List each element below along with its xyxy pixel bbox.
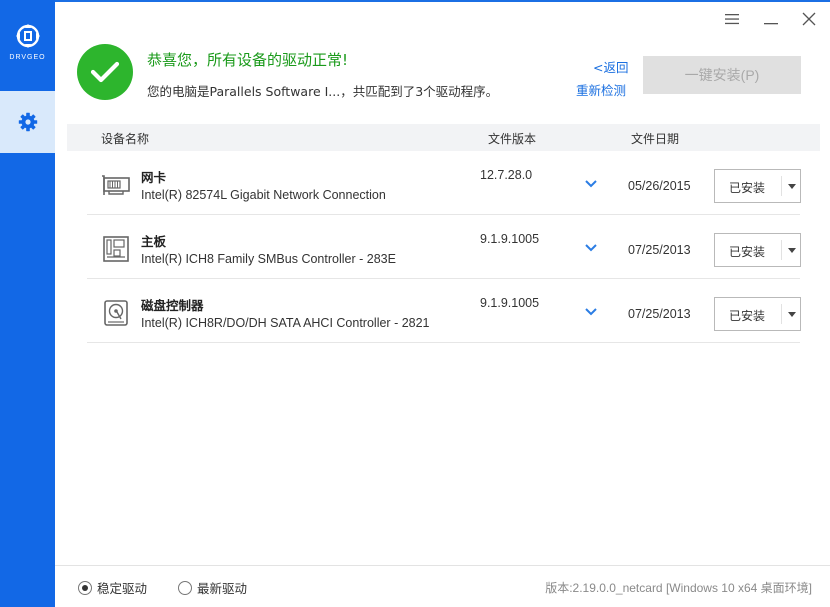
device-description: Intel(R) ICH8 Family SMBus Controller - … — [141, 252, 396, 266]
driver-version: 9.1.9.1005 — [480, 232, 540, 246]
driver-date: 05/26/2015 — [628, 179, 691, 193]
table-row: 磁盘控制器 Intel(R) ICH8R/DO/DH SATA AHCI Con… — [87, 279, 801, 343]
logo-text: DRVGEO — [9, 54, 46, 61]
device-description: Intel(R) ICH8R/DO/DH SATA AHCI Controlle… — [141, 316, 430, 330]
version-info: 版本:2.19.0.0_netcard [Windows 10 x64 桌面环境… — [545, 581, 812, 595]
device-name: 网卡 — [141, 170, 167, 185]
network-card-icon — [102, 175, 130, 195]
status-title: 恭喜您，所有设备的驱动正常! — [147, 51, 349, 69]
close-button[interactable] — [797, 8, 821, 30]
table-header: 设备名称 文件版本 文件日期 — [67, 124, 820, 151]
radio-latest-label: 最新驱动 — [197, 581, 248, 596]
window-top-border — [0, 0, 830, 2]
rescan-link[interactable]: 重新检测 — [576, 80, 626, 99]
driver-date: 07/25/2013 — [628, 307, 691, 321]
column-header-name: 设备名称 — [101, 132, 150, 146]
motherboard-icon — [103, 236, 129, 262]
table-row: 网卡 Intel(R) 82574L Gigabit Network Conne… — [87, 151, 801, 215]
install-state-select[interactable]: 已安装 — [714, 233, 801, 267]
checkmark-icon — [90, 61, 120, 83]
chevron-down-icon[interactable] — [584, 307, 598, 317]
one-click-install-button[interactable]: 一键安装(P) — [643, 56, 801, 94]
sidebar-item-settings[interactable] — [0, 91, 55, 153]
caret-down-icon — [788, 248, 796, 253]
driver-version: 9.1.9.1005 — [480, 296, 540, 310]
chevron-down-icon[interactable] — [584, 243, 598, 253]
status-subtitle: 您的电脑是Parallels Software I...，共匹配到了3个驱动程序… — [147, 84, 499, 99]
radio-dot-selected[interactable] — [78, 580, 92, 595]
sidebar: DRVGEO — [0, 0, 55, 607]
install-state-select[interactable]: 已安装 — [714, 297, 801, 331]
app-logo: DRVGEO — [0, 22, 55, 72]
menu-icon — [725, 14, 739, 25]
caret-down-icon — [788, 312, 796, 317]
select-divider — [781, 304, 782, 324]
select-divider — [781, 176, 782, 196]
back-link[interactable]: <返回 — [593, 57, 628, 76]
driver-version: 12.7.28.0 — [480, 168, 533, 182]
column-header-version: 文件版本 — [488, 132, 537, 146]
device-name: 主板 — [141, 234, 167, 249]
disk-controller-icon — [104, 300, 128, 326]
radio-dot[interactable] — [178, 580, 192, 595]
install-state-label: 已安装 — [729, 309, 766, 323]
radio-stable-label: 稳定驱动 — [97, 581, 148, 596]
logo-icon — [15, 24, 40, 48]
menu-button[interactable] — [720, 8, 744, 30]
table-row: 主板 Intel(R) ICH8 Family SMBus Controller… — [87, 215, 801, 279]
footer-bar: 稳定驱动 最新驱动 版本:2.19.0.0_netcard [Windows 1… — [55, 565, 830, 607]
chevron-down-icon[interactable] — [584, 179, 598, 189]
radio-stable-driver[interactable]: 稳定驱动 — [78, 578, 147, 597]
caret-down-icon — [788, 184, 796, 189]
minimize-button[interactable] — [759, 8, 783, 30]
minimize-icon — [764, 23, 778, 25]
status-success-badge — [77, 44, 133, 100]
device-description: Intel(R) 82574L Gigabit Network Connecti… — [141, 188, 386, 202]
close-icon — [802, 12, 816, 26]
driver-date: 07/25/2013 — [628, 243, 691, 257]
install-state-label: 已安装 — [729, 181, 766, 195]
install-state-select[interactable]: 已安装 — [714, 169, 801, 203]
gear-icon — [18, 112, 37, 132]
device-name: 磁盘控制器 — [141, 298, 204, 313]
column-header-date: 文件日期 — [631, 132, 680, 146]
install-state-label: 已安装 — [729, 245, 766, 259]
radio-latest-driver[interactable]: 最新驱动 — [178, 578, 247, 597]
select-divider — [781, 240, 782, 260]
